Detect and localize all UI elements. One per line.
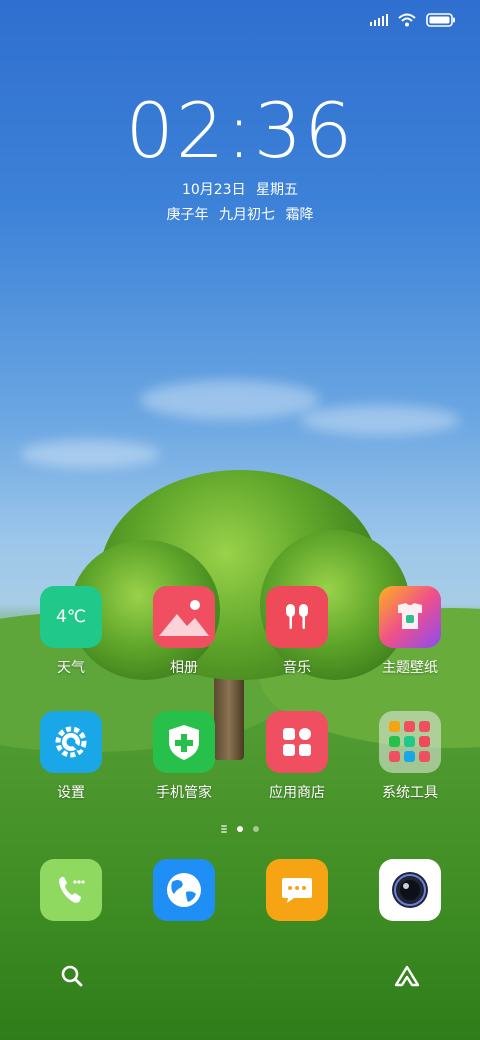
wallpaper-cloud [20,440,160,468]
app-label: 手机管家 [156,785,212,801]
app-weather[interactable]: 4℃ 天气 [21,586,121,677]
search-icon[interactable] [60,964,84,988]
message-icon [266,859,328,921]
cell-signal-icon [370,14,388,26]
app-label: 音乐 [283,660,311,676]
tools-folder-icon [379,711,441,773]
date-line[interactable]: 10月23日 星期五 [0,179,480,199]
app-gallery[interactable]: 相册 [134,586,234,677]
app-label: 天气 [57,660,85,676]
camera-icon [379,859,441,921]
app-folder-tools[interactable]: 系统工具 [360,711,460,802]
bottom-search-bar[interactable] [24,950,456,1002]
gallery-icon [153,586,215,648]
page-dot-current [237,826,243,832]
app-label: 设置 [57,785,85,801]
app-security[interactable]: 手机管家 [134,711,234,802]
gregorian-date: 10月23日 [181,182,246,198]
page-indicator[interactable] [0,826,480,832]
lunar-year: 庚子年 [166,207,209,223]
wifi-icon [398,13,416,27]
lunar-date-line: 庚子年 九月初七 霜降 [0,204,480,224]
solar-term: 霜降 [285,207,314,223]
phone-icon [40,859,102,921]
app-settings[interactable]: 设置 [21,711,121,802]
app-store-icon [266,711,328,773]
weekday: 星期五 [256,182,299,198]
battery-icon [426,13,455,27]
settings-gear-icon [40,711,102,773]
security-shield-icon [153,711,215,773]
lunar-day: 九月初七 [219,207,275,223]
browser-globe-icon [153,859,215,921]
app-label: 相册 [170,660,198,676]
app-music[interactable]: 音乐 [247,586,347,677]
app-themes[interactable]: 主题壁纸 [360,586,460,677]
weather-temperature: 4℃ [56,607,86,627]
assistant-icon[interactable] [394,964,420,988]
dock-messages[interactable] [247,859,347,921]
dock-browser[interactable] [134,859,234,921]
app-label: 应用商店 [269,785,325,801]
status-bar [370,10,456,30]
app-label: 主题壁纸 [382,660,438,676]
app-label: 系统工具 [382,785,438,801]
page-indicator-menu [221,828,227,830]
themes-icon [379,586,441,648]
weather-icon: 4℃ [40,586,102,648]
dock-phone[interactable] [21,859,121,921]
lockscreen-clock[interactable]: 02:36 [0,86,480,175]
wallpaper-cloud [140,380,320,420]
page-dot [253,826,259,832]
app-store[interactable]: 应用商店 [247,711,347,802]
dock-camera[interactable] [360,859,460,921]
music-icon [266,586,328,648]
wallpaper-cloud [300,405,460,435]
